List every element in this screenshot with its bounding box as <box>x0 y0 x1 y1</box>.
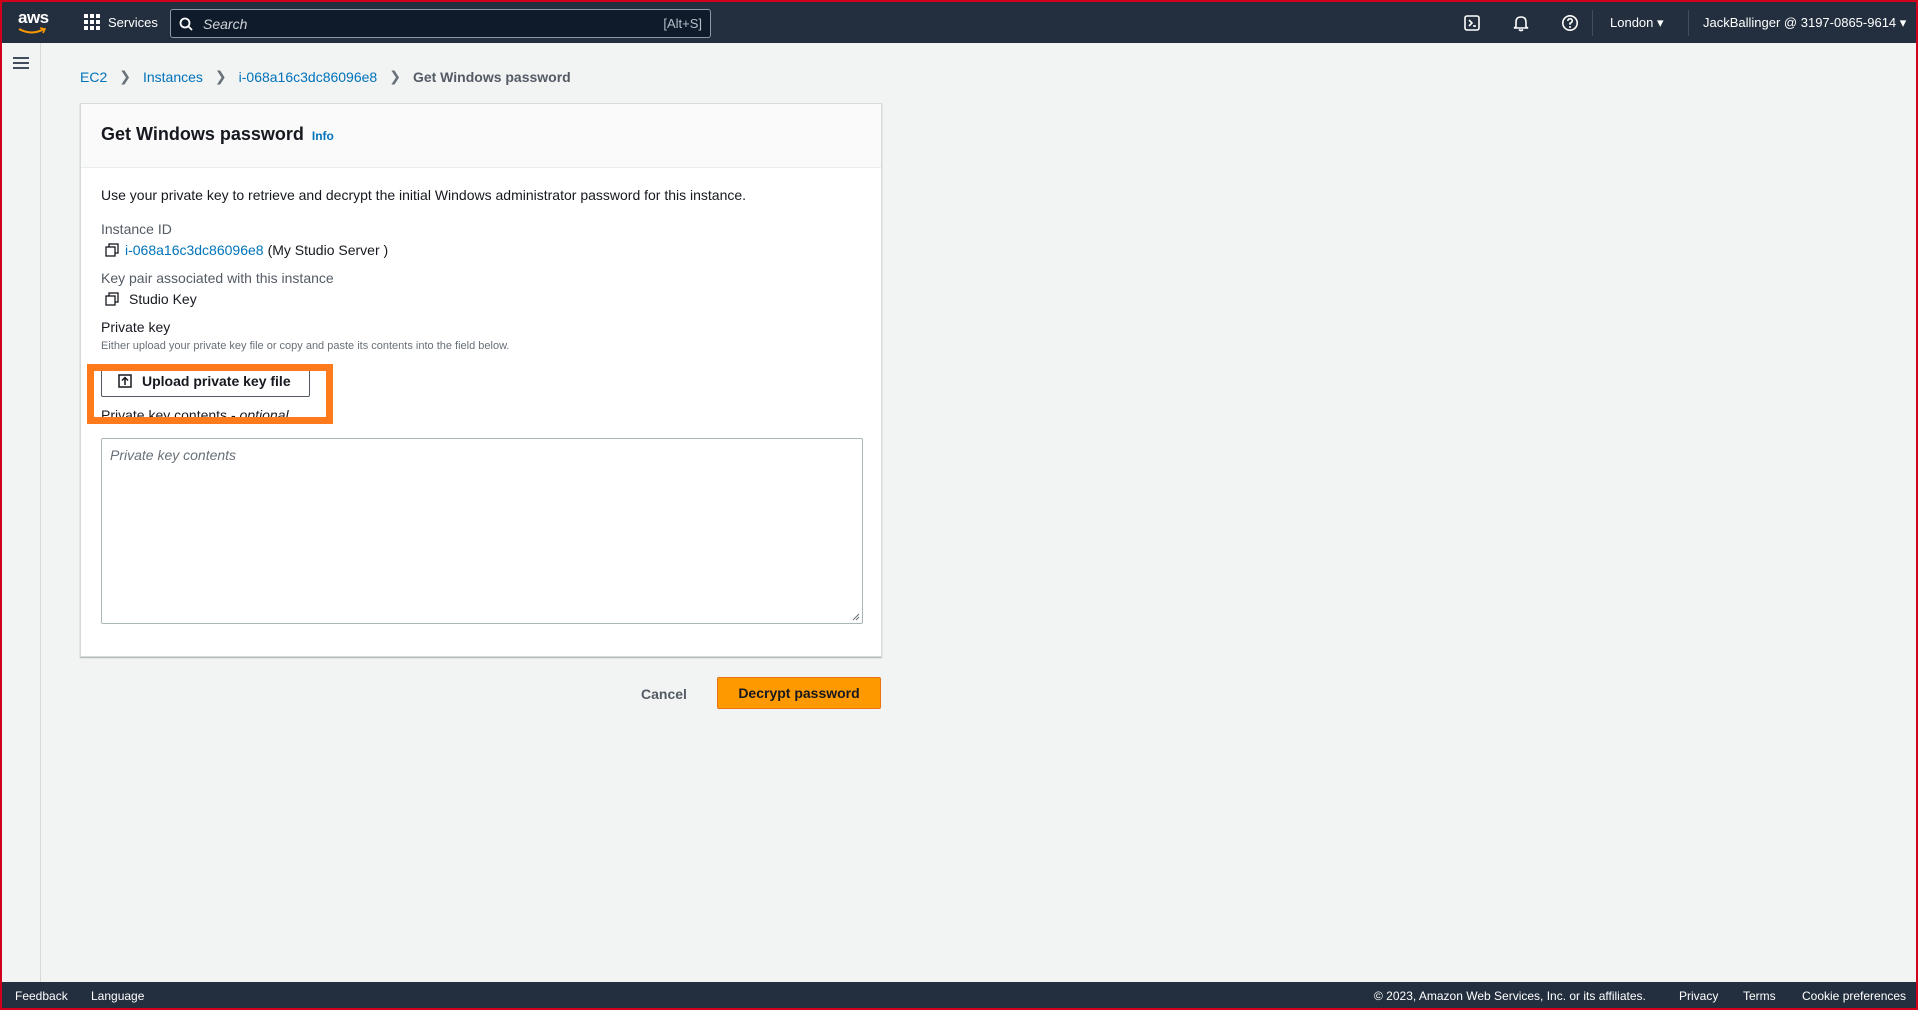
cancel-button[interactable]: Cancel <box>629 678 699 710</box>
instance-id-value: i-068a16c3dc86096e8 (My Studio Server ) <box>101 242 861 258</box>
upload-button-highlight <box>87 364 333 424</box>
copyright-text: © 2023, Amazon Web Services, Inc. or its… <box>1374 989 1646 1003</box>
search-input[interactable]: Search [Alt+S] <box>170 9 711 38</box>
panel-description: Use your private key to retrieve and dec… <box>101 187 747 203</box>
resize-handle-icon[interactable] <box>852 613 860 621</box>
privacy-link[interactable]: Privacy <box>1679 989 1718 1003</box>
panel-header: Get Windows password Info <box>81 104 881 168</box>
key-pair-name: Studio Key <box>129 291 197 307</box>
side-navigation-rail <box>2 43 41 982</box>
region-selector[interactable]: London ▾ <box>1610 15 1664 31</box>
cloudshell-icon[interactable] <box>1463 14 1481 32</box>
aws-logo[interactable]: aws <box>18 8 52 36</box>
private-key-help: Either upload your private key file or c… <box>101 340 510 352</box>
key-pair-value: Studio Key <box>101 291 861 307</box>
chevron-right-icon: ❯ <box>389 68 401 84</box>
textarea-placeholder: Private key contents <box>110 447 237 463</box>
feedback-link[interactable]: Feedback <box>15 989 68 1003</box>
instance-name: (My Studio Server ) <box>267 242 389 258</box>
notifications-bell-icon[interactable] <box>1512 14 1530 32</box>
aws-smile-icon <box>18 27 46 34</box>
services-label: Services <box>108 14 158 30</box>
breadcrumb-instance-id[interactable]: i-068a16c3dc86096e8 <box>239 69 378 85</box>
footer: Feedback Language © 2023, Amazon Web Ser… <box>2 982 1916 1008</box>
search-placeholder: Search <box>203 15 248 32</box>
instance-id-label: Instance ID <box>101 221 172 237</box>
private-key-contents-textarea[interactable]: Private key contents <box>101 438 863 624</box>
search-shortcut-hint: [Alt+S] <box>663 16 702 31</box>
language-link[interactable]: Language <box>91 989 144 1003</box>
breadcrumb-instances[interactable]: Instances <box>143 69 203 85</box>
terms-link[interactable]: Terms <box>1743 989 1776 1003</box>
chevron-right-icon: ❯ <box>119 68 131 84</box>
copy-icon[interactable] <box>105 292 119 306</box>
private-key-label: Private key <box>101 319 171 335</box>
cookie-preferences-link[interactable]: Cookie preferences <box>1802 989 1906 1003</box>
grid-icon <box>84 14 100 30</box>
top-navigation: aws Services Search [Alt+S] London ▾ Jac… <box>2 2 1916 43</box>
copy-icon[interactable] <box>105 243 119 257</box>
chevron-right-icon: ❯ <box>214 68 227 84</box>
key-pair-label: Key pair associated with this instance <box>101 270 334 286</box>
menu-hamburger-icon[interactable] <box>13 57 29 69</box>
instance-id-link[interactable]: i-068a16c3dc86096e8 <box>125 242 264 258</box>
account-menu[interactable]: JackBallinger @ 3197-0865-9614 ▾ <box>1703 15 1906 31</box>
help-icon[interactable] <box>1561 14 1579 32</box>
breadcrumb-current: Get Windows password <box>412 68 571 85</box>
info-link[interactable]: Info <box>312 129 334 143</box>
breadcrumb: EC2 ❯ Instances ❯ i-068a16c3dc86096e8 ❯ … <box>80 68 571 85</box>
decrypt-password-button[interactable]: Decrypt password <box>717 677 881 709</box>
search-icon <box>179 17 193 31</box>
services-menu-button[interactable]: Services <box>84 14 158 30</box>
breadcrumb-ec2[interactable]: EC2 <box>80 69 107 85</box>
aws-logo-text: aws <box>18 8 49 27</box>
page-title: Get Windows password <box>101 124 304 144</box>
